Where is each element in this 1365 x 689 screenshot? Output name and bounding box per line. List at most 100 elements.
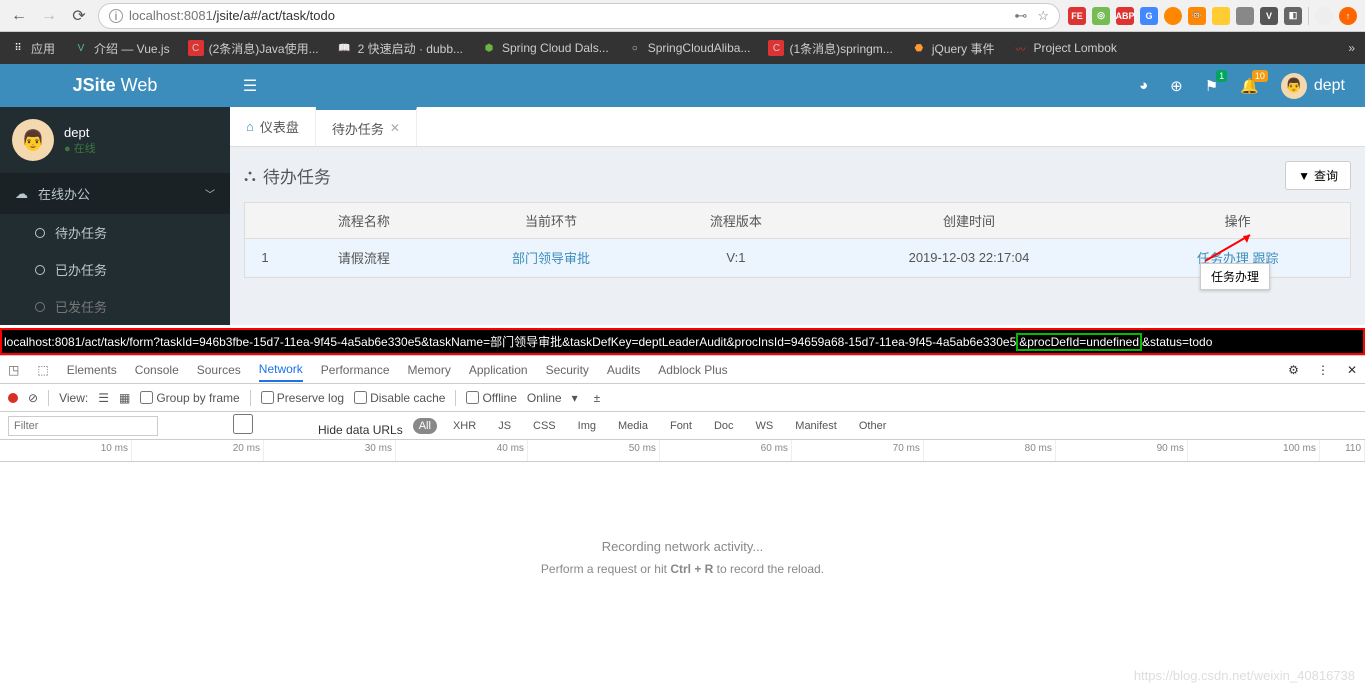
- devtools-panel: ◳ ⬚ Elements Console Sources Network Per…: [0, 355, 1365, 652]
- bookmark-item[interactable]: ○SpringCloudAliba...: [627, 40, 751, 56]
- disable-cache-checkbox[interactable]: Disable cache: [354, 391, 445, 405]
- user-name: dept: [1314, 77, 1345, 95]
- site-info-icon[interactable]: i: [109, 9, 123, 23]
- address-bar[interactable]: i localhost:8081/jsite/a#/act/task/todo …: [98, 3, 1060, 29]
- device-icon[interactable]: ⬚: [37, 363, 48, 377]
- dt-tab-elements[interactable]: Elements: [67, 363, 117, 377]
- filter-other[interactable]: Other: [853, 418, 893, 434]
- user-menu[interactable]: 👨 dept: [1281, 73, 1345, 99]
- ext-icon[interactable]: [1236, 7, 1254, 25]
- filter-all[interactable]: All: [413, 418, 437, 434]
- ext-icon[interactable]: FE: [1068, 7, 1086, 25]
- sidebar-item-todo[interactable]: 待办任务: [0, 214, 230, 251]
- sidebar-menu-online[interactable]: ☁ 在线办公 ﹀: [0, 173, 230, 214]
- hide-dataurls-checkbox[interactable]: Hide data URLs: [168, 414, 403, 437]
- throttle-select[interactable]: Online: [527, 391, 562, 405]
- filter-css[interactable]: CSS: [527, 418, 562, 434]
- forward-button[interactable]: →: [38, 5, 60, 27]
- sidebar-toggle[interactable]: ☰: [230, 76, 270, 96]
- view-grid-icon[interactable]: ▦: [119, 391, 130, 405]
- ext-icon[interactable]: 🐵: [1188, 7, 1206, 25]
- step-link[interactable]: 部门领导审批: [512, 251, 590, 266]
- chevron-down-icon: ﹀: [205, 186, 215, 201]
- ext-icon[interactable]: G: [1140, 7, 1158, 25]
- devtools-settings-icon[interactable]: ⚙: [1288, 363, 1299, 377]
- apps-shortcut[interactable]: ⠿应用: [10, 40, 55, 57]
- bookmark-item[interactable]: C(2条消息)Java使用...: [188, 40, 319, 57]
- devtools-network-toolbar: ⊘ View: ☰ ▦ Group by frame Preserve log …: [0, 384, 1365, 412]
- ext-icon[interactable]: V: [1260, 7, 1278, 25]
- browser-toolbar: ← → ⟳ i localhost:8081/jsite/a#/act/task…: [0, 0, 1365, 32]
- filter-font[interactable]: Font: [664, 418, 698, 434]
- bookmarks-overflow[interactable]: »: [1348, 41, 1355, 55]
- filter-ws[interactable]: WS: [750, 418, 780, 434]
- filter-js[interactable]: JS: [492, 418, 517, 434]
- sidebar-user-status: 在线: [64, 140, 96, 156]
- dashboard-icon[interactable]: ◕: [1139, 77, 1148, 94]
- back-button[interactable]: ←: [8, 5, 30, 27]
- bookmark-item[interactable]: 〰Project Lombok: [1013, 40, 1117, 56]
- bookmark-item[interactable]: ⬣jQuery 事件: [911, 40, 995, 57]
- cell-ver: V:1: [659, 239, 812, 277]
- devtools-timeline[interactable]: 10 ms20 ms30 ms 40 ms50 ms60 ms 70 ms80 …: [0, 440, 1365, 462]
- dt-tab-adblock[interactable]: Adblock Plus: [658, 363, 727, 377]
- ext-icon[interactable]: ↑: [1339, 7, 1357, 25]
- tab-dashboard[interactable]: ⌂仪表盘: [230, 107, 316, 146]
- devtools-close-icon[interactable]: ✕: [1347, 363, 1357, 377]
- avatar-icon: 👨: [1281, 73, 1307, 99]
- bookmark-item[interactable]: 📖2 快速启动 · dubb...: [337, 40, 463, 57]
- sidebar-item-sent[interactable]: 已发任务: [0, 288, 230, 325]
- dt-tab-security[interactable]: Security: [546, 363, 589, 377]
- bookmark-item[interactable]: ⬢Spring Cloud Dals...: [481, 40, 609, 56]
- filter-input[interactable]: [8, 416, 158, 436]
- offline-checkbox[interactable]: Offline: [466, 391, 516, 405]
- tab-todo[interactable]: 待办任务✕: [316, 107, 417, 146]
- view-list-icon[interactable]: ☰: [98, 391, 109, 405]
- circle-icon: [35, 265, 45, 275]
- watermark: https://blog.csdn.net/weixin_40816738: [1134, 668, 1355, 683]
- inspect-icon[interactable]: ◳: [8, 363, 19, 377]
- bell-icon[interactable]: 🔔10: [1240, 77, 1259, 95]
- dt-tab-audits[interactable]: Audits: [607, 363, 640, 377]
- ext-icon[interactable]: [1212, 7, 1230, 25]
- group-checkbox[interactable]: Group by frame: [140, 391, 239, 405]
- status-url: localhost:8081/act/task/form?taskId=946b…: [2, 330, 1363, 353]
- flag-icon[interactable]: ⚑1: [1205, 77, 1218, 95]
- dt-tab-memory[interactable]: Memory: [408, 363, 451, 377]
- bookmark-item[interactable]: C(1条消息)springm...: [768, 40, 892, 57]
- key-icon[interactable]: ⊷: [1014, 8, 1027, 24]
- dt-tab-application[interactable]: Application: [469, 363, 528, 377]
- filter-img[interactable]: Img: [572, 418, 602, 434]
- filter-xhr[interactable]: XHR: [447, 418, 482, 434]
- filter-doc[interactable]: Doc: [708, 418, 740, 434]
- sidebar-item-done[interactable]: 已办任务: [0, 251, 230, 288]
- app-logo[interactable]: JSite Web: [0, 75, 230, 96]
- bookmark-star-icon[interactable]: ☆: [1037, 8, 1049, 24]
- clear-button[interactable]: ⊘: [28, 391, 38, 405]
- preserve-checkbox[interactable]: Preserve log: [261, 391, 344, 405]
- ext-icon[interactable]: ◎: [1092, 7, 1110, 25]
- content-area: ⌂仪表盘 待办任务✕ ⛬待办任务 ▼查询 流程名称 当前环节 流程版本 创建时间…: [230, 107, 1365, 325]
- dt-tab-sources[interactable]: Sources: [197, 363, 241, 377]
- globe-icon[interactable]: ⊕: [1170, 77, 1183, 95]
- devtools-menu-icon[interactable]: ⋮: [1317, 363, 1329, 377]
- dt-tab-network[interactable]: Network: [259, 362, 303, 382]
- ext-icon[interactable]: ◧: [1284, 7, 1302, 25]
- bookmark-item[interactable]: V介绍 — Vue.js: [73, 40, 170, 57]
- col-step: 当前环节: [443, 203, 659, 239]
- dt-tab-performance[interactable]: Performance: [321, 363, 390, 377]
- dt-tab-console[interactable]: Console: [135, 363, 179, 377]
- reload-button[interactable]: ⟳: [68, 5, 90, 27]
- ext-icon[interactable]: [1164, 7, 1182, 25]
- highlight-url-box: localhost:8081/act/task/form?taskId=946b…: [0, 328, 1365, 355]
- upload-har-icon[interactable]: ±: [594, 391, 601, 405]
- profile-icon[interactable]: [1315, 7, 1333, 25]
- record-button[interactable]: [8, 393, 18, 403]
- close-icon[interactable]: ✕: [390, 121, 400, 135]
- avatar-icon: 👨: [12, 119, 54, 161]
- recording-hint: Perform a request or hit Ctrl + R to rec…: [541, 562, 824, 576]
- ext-icon[interactable]: ABP: [1116, 7, 1134, 25]
- query-button[interactable]: ▼查询: [1285, 161, 1351, 190]
- filter-manifest[interactable]: Manifest: [789, 418, 843, 434]
- filter-media[interactable]: Media: [612, 418, 654, 434]
